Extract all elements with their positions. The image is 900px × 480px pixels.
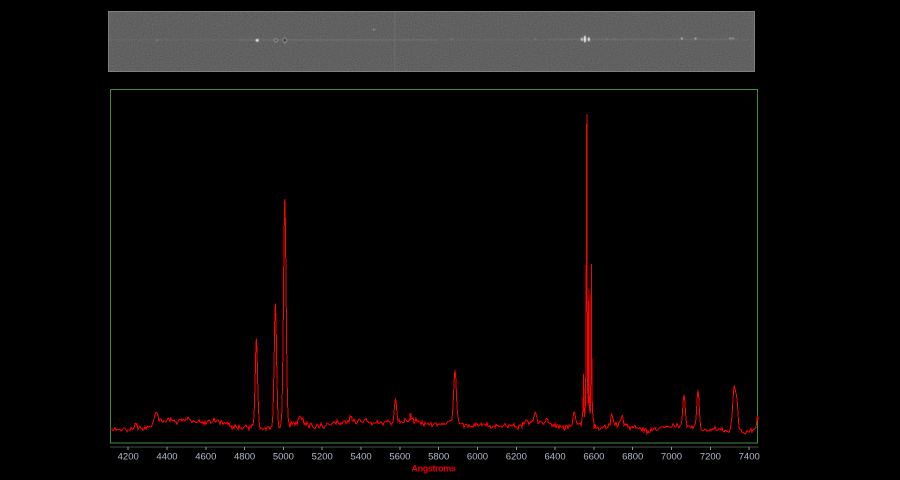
svg-text:5800: 5800 — [428, 452, 449, 463]
svg-text:4400: 4400 — [156, 452, 177, 463]
svg-text:5000: 5000 — [273, 452, 294, 463]
svg-text:5600: 5600 — [389, 452, 410, 463]
svg-text:6600: 6600 — [583, 452, 604, 463]
svg-text:6800: 6800 — [622, 452, 643, 463]
svg-text:Angstroms: Angstroms — [412, 464, 456, 474]
svg-text:7000: 7000 — [661, 452, 682, 463]
svg-text:4200: 4200 — [118, 452, 139, 463]
svg-text:7200: 7200 — [700, 452, 721, 463]
svg-text:4600: 4600 — [195, 452, 216, 463]
svg-text:5200: 5200 — [312, 452, 333, 463]
svg-text:5400: 5400 — [351, 452, 372, 463]
svg-text:6000: 6000 — [467, 452, 488, 463]
svg-text:6400: 6400 — [545, 452, 566, 463]
svg-text:7400: 7400 — [739, 452, 760, 463]
svg-text:4800: 4800 — [234, 452, 255, 463]
svg-text:6200: 6200 — [506, 452, 527, 463]
